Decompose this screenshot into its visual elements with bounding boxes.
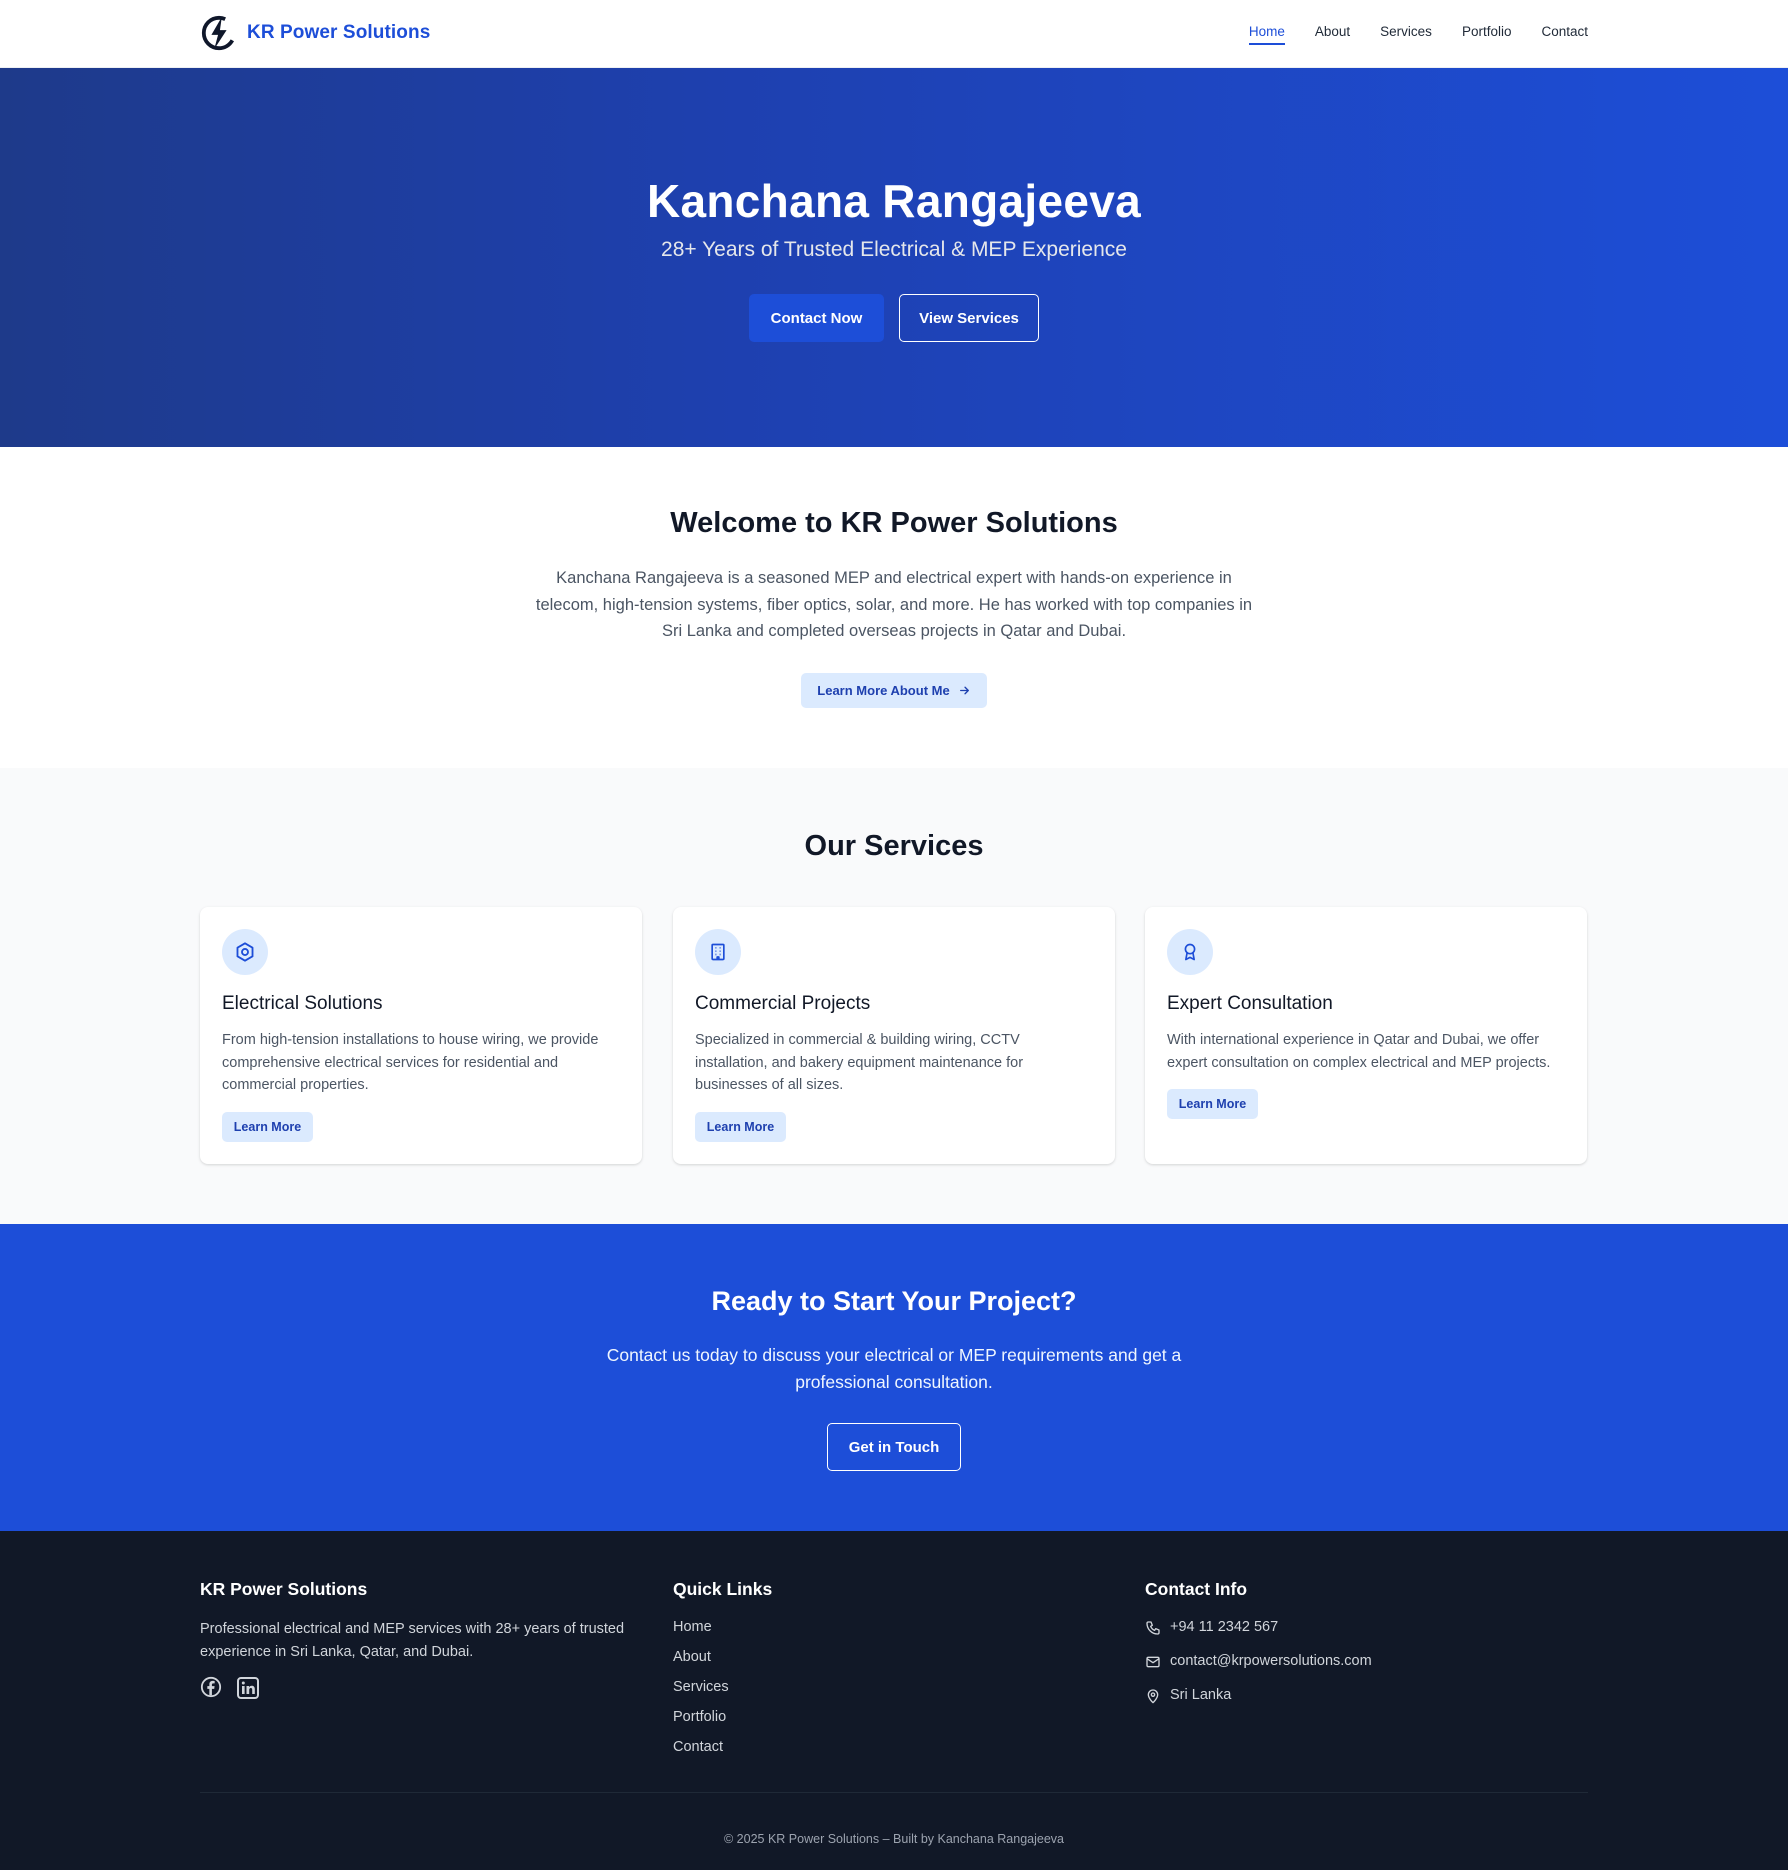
cta-section: Ready to Start Your Project? Contact us … — [0, 1224, 1788, 1531]
footer-quick-links: Quick Links Home About Services Portfoli… — [673, 1579, 772, 1768]
cta-text: Contact us today to discuss your electri… — [606, 1345, 1182, 1392]
arrow-right-icon — [959, 686, 969, 695]
footer-link-home[interactable]: Home — [673, 1618, 772, 1637]
hexagon-gear-icon — [236, 942, 254, 962]
card-icon-wrap — [695, 929, 741, 975]
award-icon — [1184, 943, 1196, 961]
learn-more-about-button[interactable]: Learn More About Me — [801, 673, 987, 708]
footer-link-contact[interactable]: Contact — [673, 1738, 772, 1757]
footer-divider — [200, 1792, 1588, 1793]
contact-email: contact@krpowersolutions.com — [1145, 1652, 1372, 1671]
card-title: Commercial Projects — [695, 993, 871, 1014]
card-text: Specialized in commercial & building wir… — [695, 1032, 1024, 1093]
quick-links-title: Quick Links — [673, 1579, 773, 1599]
nav-portfolio[interactable]: Portfolio — [1462, 24, 1512, 45]
main-nav: Home About Services Portfolio Contact — [1248, 24, 1588, 45]
hero-title: Kanchana Rangajeeva — [646, 175, 1142, 227]
facebook-icon[interactable] — [200, 1676, 222, 1698]
services-title: Our Services — [804, 830, 984, 862]
copyright: © 2025 KR Power Solutions – Built by Kan… — [724, 1832, 1064, 1846]
contact-phone: +94 11 2342 567 — [1145, 1618, 1372, 1637]
nav-about[interactable]: About — [1315, 24, 1350, 45]
cta-title: Ready to Start Your Project? — [711, 1286, 1077, 1316]
hero-buttons: Contact Now View Services — [0, 294, 1788, 342]
site-footer: KR Power Solutions Professional electric… — [0, 1531, 1788, 1870]
nav-services[interactable]: Services — [1380, 24, 1432, 45]
phone-icon — [1146, 1620, 1160, 1635]
footer-contact-info: Contact Info +94 11 2342 567 contact@krp… — [1145, 1579, 1372, 1720]
services-section: Our Services Electrical Solutions From h… — [0, 768, 1788, 1224]
footer-brand: KR Power Solutions — [200, 1579, 368, 1599]
card-text: From high-tension installations to house… — [222, 1032, 599, 1093]
welcome-section: Welcome to KR Power Solutions Kanchana R… — [0, 447, 1788, 768]
phone-text: +94 11 2342 567 — [1170, 1619, 1279, 1635]
footer-about: KR Power Solutions Professional electric… — [200, 1579, 650, 1700]
building-icon — [711, 943, 725, 961]
card-text: With international experience in Qatar a… — [1167, 1032, 1551, 1071]
lightning-bolt-icon — [201, 15, 237, 51]
get-in-touch-button[interactable]: Get in Touch — [827, 1423, 961, 1471]
location-text: Sri Lanka — [1170, 1687, 1232, 1703]
map-pin-icon — [1147, 1688, 1159, 1703]
hero-section: Kanchana Rangajeeva 28+ Years of Trusted… — [0, 68, 1788, 447]
service-card-commercial: Commercial Projects Specialized in comme… — [673, 907, 1115, 1164]
card-title: Expert Consultation — [1167, 993, 1333, 1014]
email-text: contact@krpowersolutions.com — [1170, 1653, 1372, 1669]
linkedin-icon[interactable] — [236, 1676, 260, 1700]
footer-about-text: Professional electrical and MEP services… — [200, 1621, 625, 1660]
hero-subtitle: 28+ Years of Trusted Electrical & MEP Ex… — [661, 238, 1127, 261]
view-services-button[interactable]: View Services — [899, 294, 1039, 342]
welcome-title: Welcome to KR Power Solutions — [670, 507, 1118, 539]
nav-home[interactable]: Home — [1248, 24, 1285, 45]
brand-name: KR Power Solutions — [247, 22, 431, 43]
contact-now-button[interactable]: Contact Now — [749, 294, 884, 342]
welcome-description: Kanchana Rangajeeva is a seasoned MEP an… — [535, 569, 1253, 640]
card-icon-wrap — [222, 929, 268, 975]
footer-link-services[interactable]: Services — [673, 1678, 772, 1697]
service-card-consultation: Expert Consultation With international e… — [1145, 907, 1587, 1164]
mail-icon — [1146, 1656, 1160, 1667]
social-links — [200, 1676, 650, 1700]
footer-link-portfolio[interactable]: Portfolio — [673, 1708, 772, 1727]
footer-link-about[interactable]: About — [673, 1648, 772, 1667]
learn-more-button[interactable]: Learn More — [222, 1112, 313, 1142]
card-title: Electrical Solutions — [222, 993, 383, 1014]
learn-more-button[interactable]: Learn More — [695, 1112, 786, 1142]
learn-more-about-label: Learn More About Me — [817, 683, 950, 698]
contact-location: Sri Lanka — [1145, 1686, 1372, 1705]
card-icon-wrap — [1167, 929, 1213, 975]
service-card-electrical: Electrical Solutions From high-tension i… — [200, 907, 642, 1164]
learn-more-button[interactable]: Learn More — [1167, 1089, 1258, 1119]
contact-info-title: Contact Info — [1145, 1579, 1248, 1599]
nav-contact[interactable]: Contact — [1541, 24, 1588, 45]
brand[interactable]: KR Power Solutions — [200, 14, 430, 52]
site-header: KR Power Solutions Home About Services P… — [0, 0, 1788, 68]
